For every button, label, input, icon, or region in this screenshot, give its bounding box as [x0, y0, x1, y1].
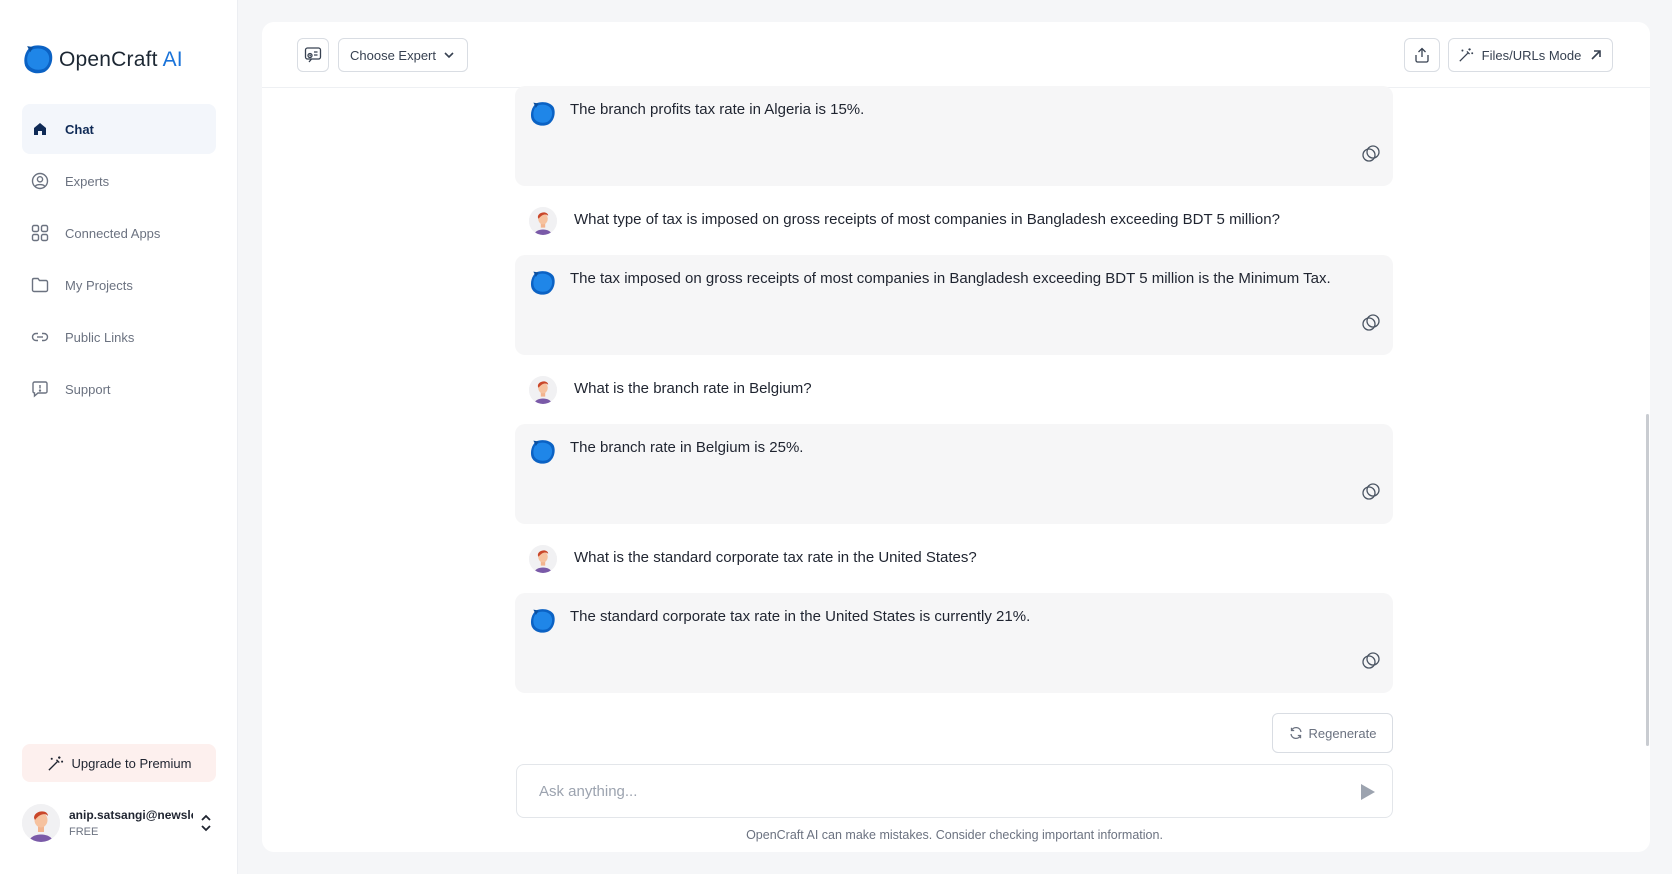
support-icon	[30, 379, 50, 399]
brand[interactable]: OpenCraft AI	[22, 43, 183, 76]
ai-message-text: The branch profits tax rate in Algeria i…	[570, 101, 865, 118]
ai-message-text: The standard corporate tax rate in the U…	[570, 608, 1031, 625]
user-profile[interactable]: anip.satsangi@newsletter FREE	[22, 802, 222, 844]
chat-history-icon	[304, 47, 322, 63]
user-email: anip.satsangi@newsletter	[69, 808, 193, 822]
user-message: What is the branch rate in Belgium?	[515, 370, 1393, 410]
user-message-text: What type of tax is imposed on gross rec…	[574, 211, 1280, 228]
choose-expert-dropdown[interactable]: Choose Expert	[338, 38, 468, 72]
home-icon	[30, 119, 50, 139]
ai-message: The branch profits tax rate in Algeria i…	[515, 86, 1393, 186]
chevron-down-icon	[444, 52, 454, 59]
sidebar-item-label: Public Links	[65, 329, 135, 345]
ai-message: The standard corporate tax rate in the U…	[515, 593, 1393, 693]
sidebar: OpenCraft AI Chat Experts Connected Apps…	[0, 0, 238, 874]
regenerate-label: Regenerate	[1308, 725, 1377, 741]
sidebar-item-experts[interactable]: Experts	[22, 156, 216, 206]
ai-message: The tax imposed on gross receipts of mos…	[515, 255, 1393, 355]
folder-icon	[30, 275, 50, 295]
user-message: What type of tax is imposed on gross rec…	[515, 201, 1393, 241]
upload-icon	[1415, 47, 1429, 63]
upgrade-to-premium-button[interactable]: Upgrade to Premium	[22, 744, 216, 782]
user-info: anip.satsangi@newsletter FREE	[69, 808, 193, 838]
user-plan: FREE	[69, 826, 99, 838]
refresh-icon	[1289, 726, 1302, 740]
sidebar-item-label: Chat	[65, 121, 94, 137]
user-message-text: What is the standard corporate tax rate …	[574, 549, 977, 566]
grid-icon	[30, 223, 50, 243]
chat-toolbar: Choose Expert Files/URLs Mode	[262, 22, 1650, 88]
user-message: What is the standard corporate tax rate …	[515, 539, 1393, 579]
avatar	[22, 804, 60, 842]
brand-name: OpenCraft AI	[59, 47, 183, 71]
ai-message-text: The branch rate in Belgium is 25%.	[570, 439, 804, 456]
files-urls-mode-button[interactable]: Files/URLs Mode	[1448, 38, 1613, 72]
user-avatar	[529, 545, 557, 573]
export-button[interactable]	[1404, 38, 1440, 72]
sidebar-item-public-links[interactable]: Public Links	[22, 312, 216, 362]
sidebar-item-chat[interactable]: Chat	[22, 104, 216, 154]
files-urls-mode-label: Files/URLs Mode	[1481, 47, 1582, 63]
chat-history-button[interactable]	[297, 38, 329, 72]
sidebar-item-support[interactable]: Support	[22, 364, 216, 414]
opencraft-logo-icon	[530, 609, 555, 633]
message-composer	[516, 764, 1393, 818]
sidebar-item-label: My Projects	[65, 277, 133, 293]
ask-anything-input[interactable]	[539, 765, 1319, 817]
upgrade-label: Upgrade to Premium	[71, 755, 192, 771]
sidebar-item-label: Connected Apps	[65, 225, 161, 241]
ai-message-text: The tax imposed on gross receipts of mos…	[570, 270, 1331, 287]
copy-icon[interactable]	[1361, 313, 1381, 333]
sidebar-item-label: Experts	[65, 173, 110, 189]
copy-icon[interactable]	[1361, 144, 1381, 164]
opencraft-logo-icon	[24, 45, 53, 74]
choose-expert-label: Choose Expert	[350, 47, 436, 63]
ai-message: The branch rate in Belgium is 25%.	[515, 424, 1393, 524]
user-avatar	[529, 207, 557, 235]
sidebar-item-connected-apps[interactable]: Connected Apps	[22, 208, 216, 258]
magic-wand-icon	[1458, 48, 1473, 62]
magic-wand-icon	[47, 755, 63, 771]
user-circle-icon	[30, 171, 50, 191]
copy-icon[interactable]	[1361, 482, 1381, 502]
copy-icon[interactable]	[1361, 651, 1381, 671]
sidebar-item-my-projects[interactable]: My Projects	[22, 260, 216, 310]
opencraft-logo-icon	[530, 102, 555, 126]
disclaimer-text: OpenCraft AI can make mistakes. Consider…	[746, 828, 1163, 842]
send-icon[interactable]	[1356, 781, 1378, 803]
arrow-up-right-icon	[1591, 50, 1602, 60]
link-icon	[30, 327, 50, 347]
chat-scrollbar[interactable]	[1646, 414, 1649, 746]
user-message-text: What is the branch rate in Belgium?	[574, 380, 812, 397]
user-avatar	[529, 376, 557, 404]
chat-panel: Choose Expert Files/URLs Mode The branch…	[262, 22, 1650, 852]
opencraft-logo-icon	[530, 271, 555, 295]
regenerate-button[interactable]: Regenerate	[1272, 713, 1393, 753]
sidebar-item-label: Support	[65, 381, 111, 397]
sidebar-nav: Chat Experts Connected Apps My Projects …	[22, 104, 216, 416]
chevron-up-down-icon[interactable]	[199, 813, 213, 833]
opencraft-logo-icon	[530, 440, 555, 464]
